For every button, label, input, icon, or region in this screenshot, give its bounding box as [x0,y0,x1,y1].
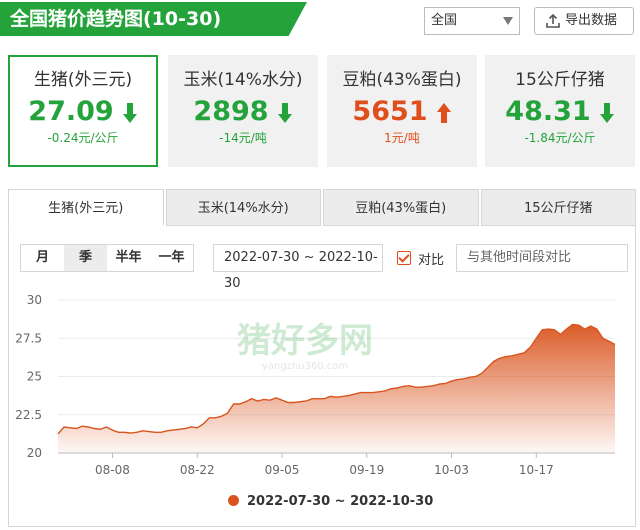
watermark-brand: 猪好多网 [237,321,373,361]
x-tick-label: 09-19 [349,463,384,477]
x-tick-label: 08-22 [180,463,215,477]
price-area-chart: 猪好多网 yangzhu360.com 08-08 08-22 09-05 09-19… [15,293,616,477]
y-tick-label: 27.5 [15,331,42,345]
legend-label: 2022-07-30 ~ 2022-10-30 [247,494,434,509]
y-tick-label: 30 [27,293,42,307]
legend-marker [228,495,239,506]
chart-legend[interactable]: 2022-07-30 ~ 2022-10-30 [228,494,433,509]
y-tick-label: 25 [27,370,42,384]
watermark: 猪好多网 yangzhu360.com [237,321,373,372]
x-tick-label: 10-17 [519,463,554,477]
x-tick-label: 09-05 [265,463,300,477]
x-tick-label: 10-03 [434,463,469,477]
watermark-domain: yangzhu360.com [262,361,348,372]
y-tick-label: 20 [27,446,42,460]
x-tick-label: 08-08 [95,463,130,477]
y-tick-label: 22.5 [15,408,42,422]
